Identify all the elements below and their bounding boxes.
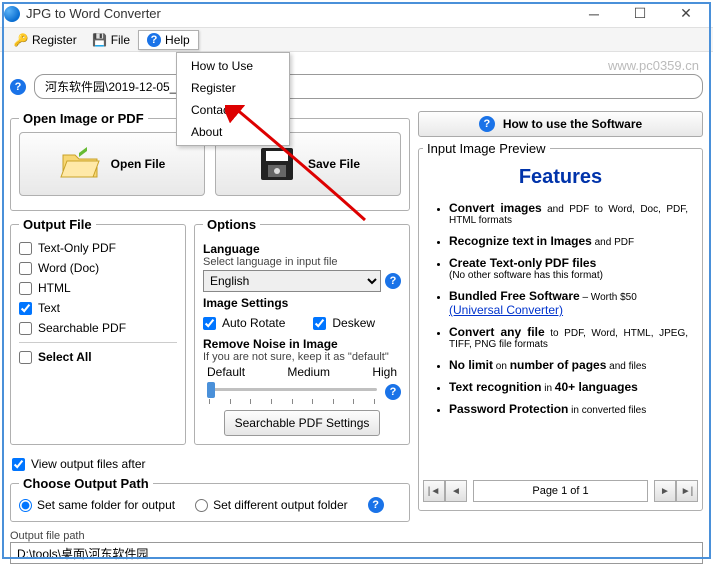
pager-prev-button[interactable]: ◄ — [445, 480, 467, 502]
slider-label-high: High — [372, 365, 397, 379]
noise-help-icon[interactable]: ? — [385, 384, 401, 400]
output-path-label: Output file path — [10, 530, 703, 542]
check-select-all[interactable]: Select All — [19, 347, 177, 367]
feature-item: Password Protection in converted files — [449, 402, 688, 416]
howto-header-label: How to use the Software — [503, 117, 642, 131]
check-word-doc[interactable]: Word (Doc) — [19, 258, 177, 278]
slider-label-default: Default — [207, 365, 245, 379]
key-icon: 🔑 — [14, 33, 28, 47]
menu-register[interactable]: 🔑 Register — [6, 31, 85, 49]
preview-legend: Input Image Preview — [423, 141, 550, 156]
searchable-pdf-settings-button[interactable]: Searchable PDF Settings — [224, 410, 381, 436]
menu-file-label: File — [111, 33, 130, 47]
features-title: Features — [433, 166, 688, 189]
features-list: Convert images and PDF to Word, Doc, PDF… — [433, 189, 688, 416]
menu-help-label: Help — [165, 33, 190, 47]
minimize-button[interactable]: ─ — [571, 0, 617, 28]
menu-help[interactable]: ? Help — [138, 30, 199, 50]
remove-noise-hint: If you are not sure, keep it as "default… — [203, 351, 401, 363]
noise-slider[interactable] — [203, 379, 381, 399]
menu-file[interactable]: 💾 File — [85, 31, 138, 49]
remove-noise-label: Remove Noise in Image — [203, 337, 401, 351]
check-auto-rotate[interactable]: Auto Rotate — [203, 313, 285, 333]
feature-item: No limit on number of pages and files — [449, 358, 688, 372]
slider-label-medium: Medium — [287, 365, 330, 379]
open-file-label: Open File — [111, 157, 166, 171]
title-bar: JPG to Word Converter ─ ☐ ✕ — [0, 0, 713, 28]
floppy-disk-icon — [256, 143, 298, 185]
window-title: JPG to Word Converter — [26, 6, 571, 21]
options-fieldset: Options Language Select language in inpu… — [194, 217, 410, 445]
output-file-legend: Output File — [19, 217, 96, 232]
check-html[interactable]: HTML — [19, 278, 177, 298]
help-icon: ? — [147, 33, 161, 47]
preview-fieldset: Input Image Preview Features Convert ima… — [418, 141, 703, 511]
image-settings-label: Image Settings — [203, 296, 401, 310]
check-deskew[interactable]: Deskew — [313, 313, 375, 333]
app-icon — [4, 6, 20, 22]
menu-bar: 🔑 Register 💾 File ? Help — [0, 28, 713, 52]
language-desc: Select language in input file — [203, 256, 401, 268]
language-label: Language — [203, 242, 401, 256]
check-view-output-after[interactable]: View output files after — [12, 455, 410, 474]
feature-item: Recognize text in Images and PDF — [449, 234, 688, 248]
feature-item: Bundled Free Software – Worth $50(Univer… — [449, 289, 688, 317]
maximize-button[interactable]: ☐ — [617, 0, 663, 28]
help-dropdown: How to Use Register Contact About — [176, 52, 290, 146]
options-legend: Options — [203, 217, 260, 232]
howto-header[interactable]: ? How to use the Software — [418, 111, 703, 137]
output-path-help-icon[interactable]: ? — [368, 497, 384, 513]
dropdown-about[interactable]: About — [177, 121, 289, 143]
folder-open-icon — [59, 143, 101, 185]
pager-text: Page 1 of 1 — [473, 480, 648, 502]
watermark: www.pc0359.cn — [608, 58, 699, 73]
preview-body: Features Convert images and PDF to Word,… — [423, 160, 698, 478]
pager-last-button[interactable]: ►| — [676, 480, 698, 502]
dropdown-contact[interactable]: Contact — [177, 99, 289, 121]
dropdown-howto[interactable]: How to Use — [177, 55, 289, 77]
filepath-field: 河东软件园\2019-12-05_140227.png — [34, 74, 703, 99]
check-searchable-pdf[interactable]: Searchable PDF — [19, 318, 177, 338]
filepath-help-icon[interactable]: ? — [10, 79, 26, 95]
language-select[interactable]: English — [203, 270, 381, 292]
choose-output-legend: Choose Output Path — [19, 476, 153, 491]
feature-item: Convert images and PDF to Word, Doc, PDF… — [449, 201, 688, 226]
check-text[interactable]: Text — [19, 298, 177, 318]
save-file-label: Save File — [308, 157, 360, 171]
menu-register-label: Register — [32, 33, 77, 47]
pager-next-button[interactable]: ► — [654, 480, 676, 502]
radio-diff-folder[interactable]: Set different output folder — [195, 498, 348, 512]
feature-item: Text recognition in 40+ languages — [449, 380, 688, 394]
language-help-icon[interactable]: ? — [385, 273, 401, 289]
choose-output-fieldset: Choose Output Path Set same folder for o… — [10, 476, 410, 522]
feature-item: Create Text-only PDF files(No other soft… — [449, 256, 688, 281]
output-file-fieldset: Output File Text-Only PDF Word (Doc) HTM… — [10, 217, 186, 445]
feature-item: Convert any file to PDF, Word, HTML, JPE… — [449, 325, 688, 350]
radio-same-folder[interactable]: Set same folder for output — [19, 498, 175, 512]
check-text-only-pdf[interactable]: Text-Only PDF — [19, 238, 177, 258]
pager: |◄ ◄ Page 1 of 1 ► ►| — [423, 480, 698, 502]
close-button[interactable]: ✕ — [663, 0, 709, 28]
dropdown-register[interactable]: Register — [177, 77, 289, 99]
howto-help-icon: ? — [479, 116, 495, 132]
pager-first-button[interactable]: |◄ — [423, 480, 445, 502]
open-image-legend: Open Image or PDF — [19, 111, 148, 126]
disk-icon: 💾 — [93, 33, 107, 47]
